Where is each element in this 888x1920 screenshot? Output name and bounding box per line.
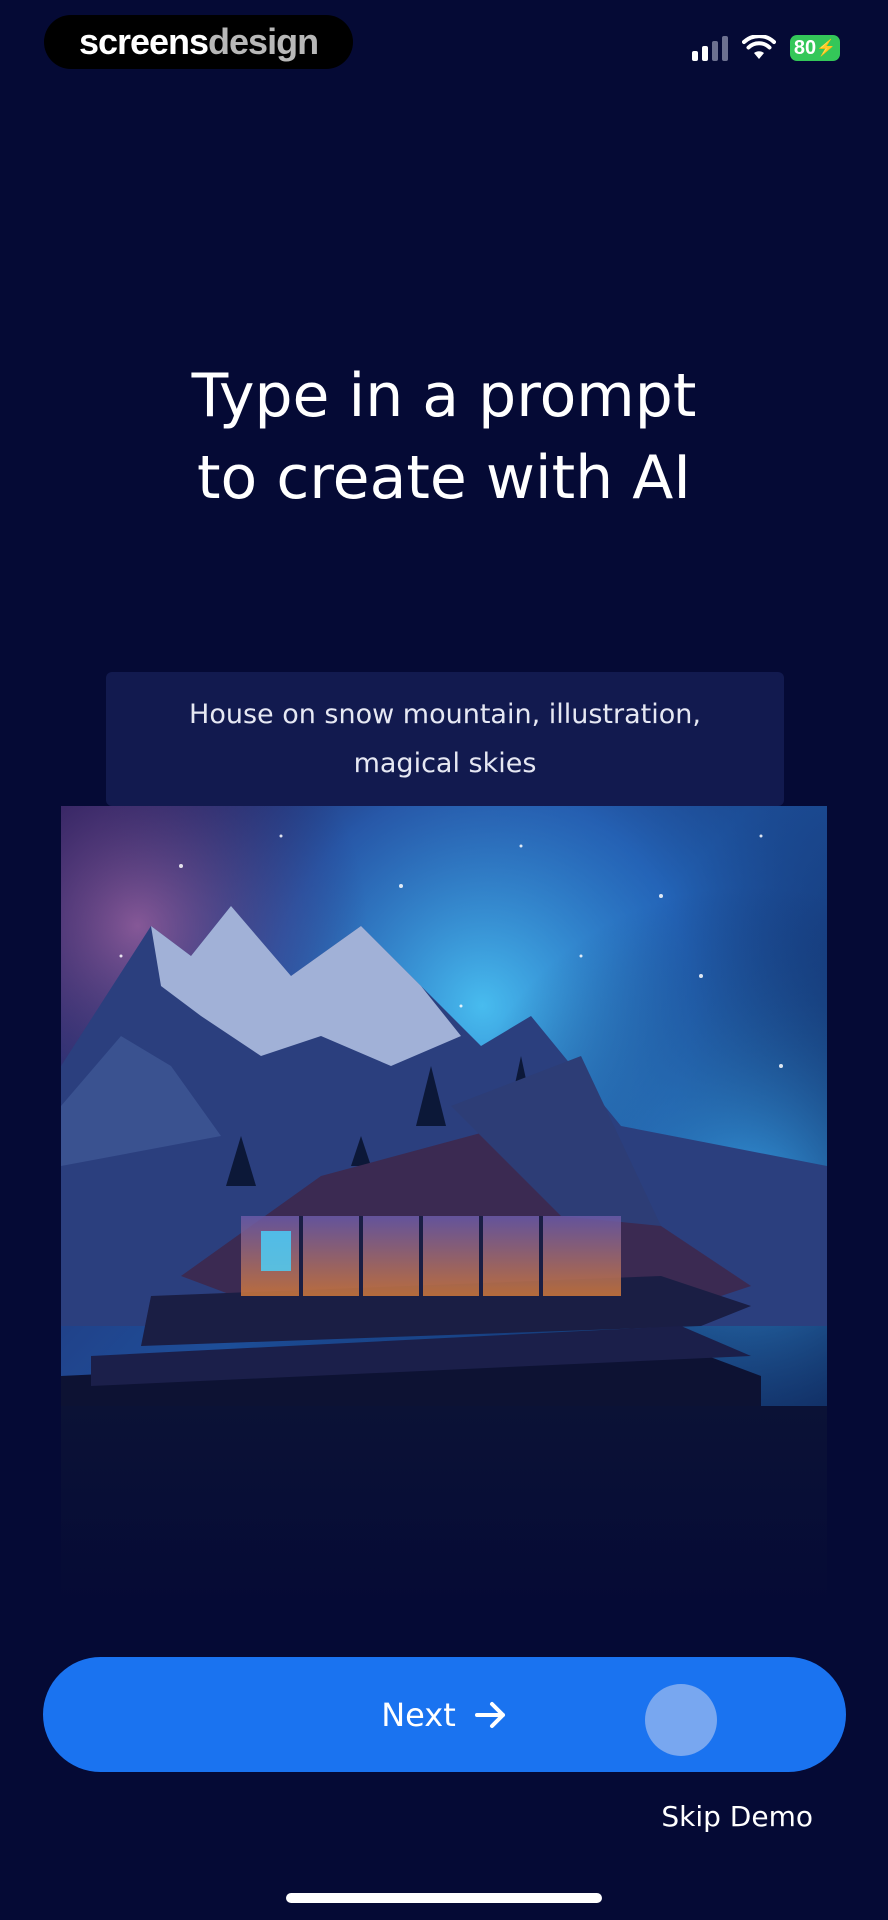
signal-icon xyxy=(692,35,728,61)
title-line-2: to create with AI xyxy=(197,443,691,513)
prompt-example-box: House on snow mountain, illustration, ma… xyxy=(106,672,784,806)
battery-charging-icon: 80 ⚡ xyxy=(790,35,840,61)
watermark-part-a: screens xyxy=(78,21,209,62)
home-indicator[interactable] xyxy=(286,1893,602,1903)
touch-indicator xyxy=(645,1684,717,1756)
onboarding-screen: screens design 80 ⚡ Type in a prompt to cr… xyxy=(0,0,888,1920)
next-button-label: Next xyxy=(381,1695,456,1734)
next-button[interactable]: Next xyxy=(43,1657,846,1772)
arrow-right-icon xyxy=(474,1701,505,1728)
battery-level: 80 xyxy=(793,36,817,59)
wifi-icon xyxy=(742,35,776,59)
skip-demo-link[interactable]: Skip Demo xyxy=(661,1800,813,1833)
screensdesign-watermark: screens design xyxy=(44,15,353,69)
status-bar: 80 ⚡ xyxy=(692,30,840,66)
prompt-example-text: House on snow mountain, illustration, ma… xyxy=(189,699,701,779)
generated-artwork-image xyxy=(61,806,827,1606)
page-title: Type in a prompt to create with AI xyxy=(0,355,888,519)
title-line-1: Type in a prompt xyxy=(191,361,697,431)
watermark-part-b: design xyxy=(208,21,319,62)
